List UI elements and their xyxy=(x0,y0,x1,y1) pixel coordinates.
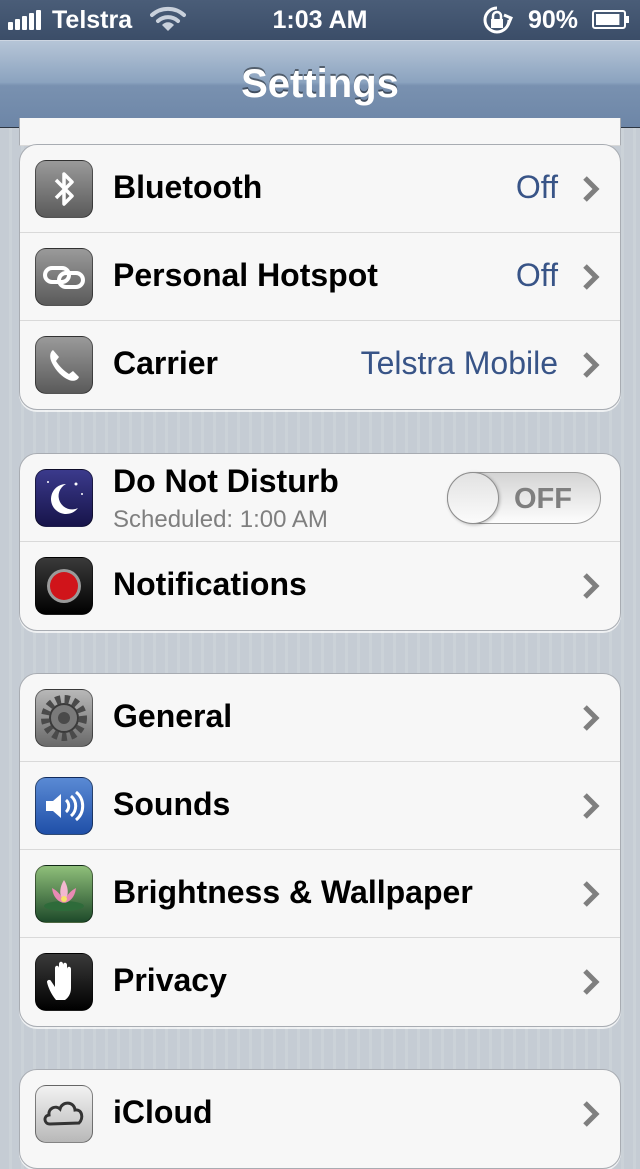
row-label: Do Not Disturb xyxy=(113,463,339,499)
speaker-icon xyxy=(35,777,93,835)
settings-group-accounts: iCloud xyxy=(19,1069,621,1169)
phone-icon xyxy=(35,336,93,394)
settings-group-connectivity: Bluetooth Off Personal Hotspot Off Carri… xyxy=(19,144,621,410)
cloud-icon xyxy=(35,1085,93,1143)
row-label: Personal Hotspot xyxy=(113,257,378,293)
chevron-right-icon xyxy=(583,969,600,995)
status-bar: Telstra 1:03 AM 90% xyxy=(0,0,640,40)
battery-percentage: 90% xyxy=(528,6,579,34)
row-label: Bluetooth xyxy=(113,169,263,205)
orientation-lock-icon xyxy=(483,6,513,34)
chevron-right-icon xyxy=(583,264,600,290)
scrolled-row-fragment xyxy=(19,118,621,146)
toggle-knob xyxy=(447,472,499,524)
flower-icon xyxy=(35,865,93,923)
row-value: Off xyxy=(515,257,558,293)
row-label: Carrier xyxy=(113,345,218,381)
settings-row-carrier[interactable]: Carrier Telstra Mobile xyxy=(20,321,620,409)
navigation-bar: Settings xyxy=(0,40,640,128)
toggle-state-label: OFF xyxy=(514,483,572,515)
bluetooth-icon xyxy=(35,160,93,218)
row-label: Privacy xyxy=(113,962,227,998)
battery-icon xyxy=(592,10,629,29)
settings-row-notifications[interactable]: Notifications xyxy=(20,542,620,630)
settings-row-brightness-wallpaper[interactable]: Brightness & Wallpaper xyxy=(20,850,620,938)
row-label: Notifications xyxy=(113,566,307,602)
chevron-right-icon xyxy=(583,705,600,731)
row-label: Sounds xyxy=(113,786,231,822)
moon-icon xyxy=(35,469,93,527)
hand-icon xyxy=(35,953,93,1011)
settings-row-do-not-disturb: Do Not Disturb Scheduled: 1:00 AM OFF xyxy=(20,454,620,542)
row-label: iCloud xyxy=(113,1094,213,1130)
do-not-disturb-toggle[interactable]: OFF xyxy=(447,472,601,524)
settings-group-device: General Sounds Brightness & Wallpaper Pr… xyxy=(19,673,621,1027)
gear-icon xyxy=(35,689,93,747)
settings-row-privacy[interactable]: Privacy xyxy=(20,938,620,1026)
notifications-icon xyxy=(35,557,93,615)
settings-row-sounds[interactable]: Sounds xyxy=(20,762,620,850)
row-label: General xyxy=(113,698,233,734)
settings-row-icloud[interactable]: iCloud xyxy=(20,1070,620,1158)
hotspot-icon xyxy=(35,248,93,306)
chevron-right-icon xyxy=(583,881,600,907)
row-value: Off xyxy=(515,169,558,205)
page-title: Settings xyxy=(241,62,399,106)
chevron-right-icon xyxy=(583,573,600,599)
settings-row-personal-hotspot[interactable]: Personal Hotspot Off xyxy=(20,233,620,321)
row-value: Telstra Mobile xyxy=(360,345,558,381)
settings-row-bluetooth[interactable]: Bluetooth Off xyxy=(20,145,620,233)
settings-group-notifications: Do Not Disturb Scheduled: 1:00 AM OFF No… xyxy=(19,453,621,631)
settings-row-general[interactable]: General xyxy=(20,674,620,762)
chevron-right-icon xyxy=(583,352,600,378)
row-sublabel: Scheduled: 1:00 AM xyxy=(113,506,328,533)
chevron-right-icon xyxy=(583,1101,600,1127)
row-label: Brightness & Wallpaper xyxy=(113,874,473,910)
chevron-right-icon xyxy=(583,176,600,202)
chevron-right-icon xyxy=(583,793,600,819)
